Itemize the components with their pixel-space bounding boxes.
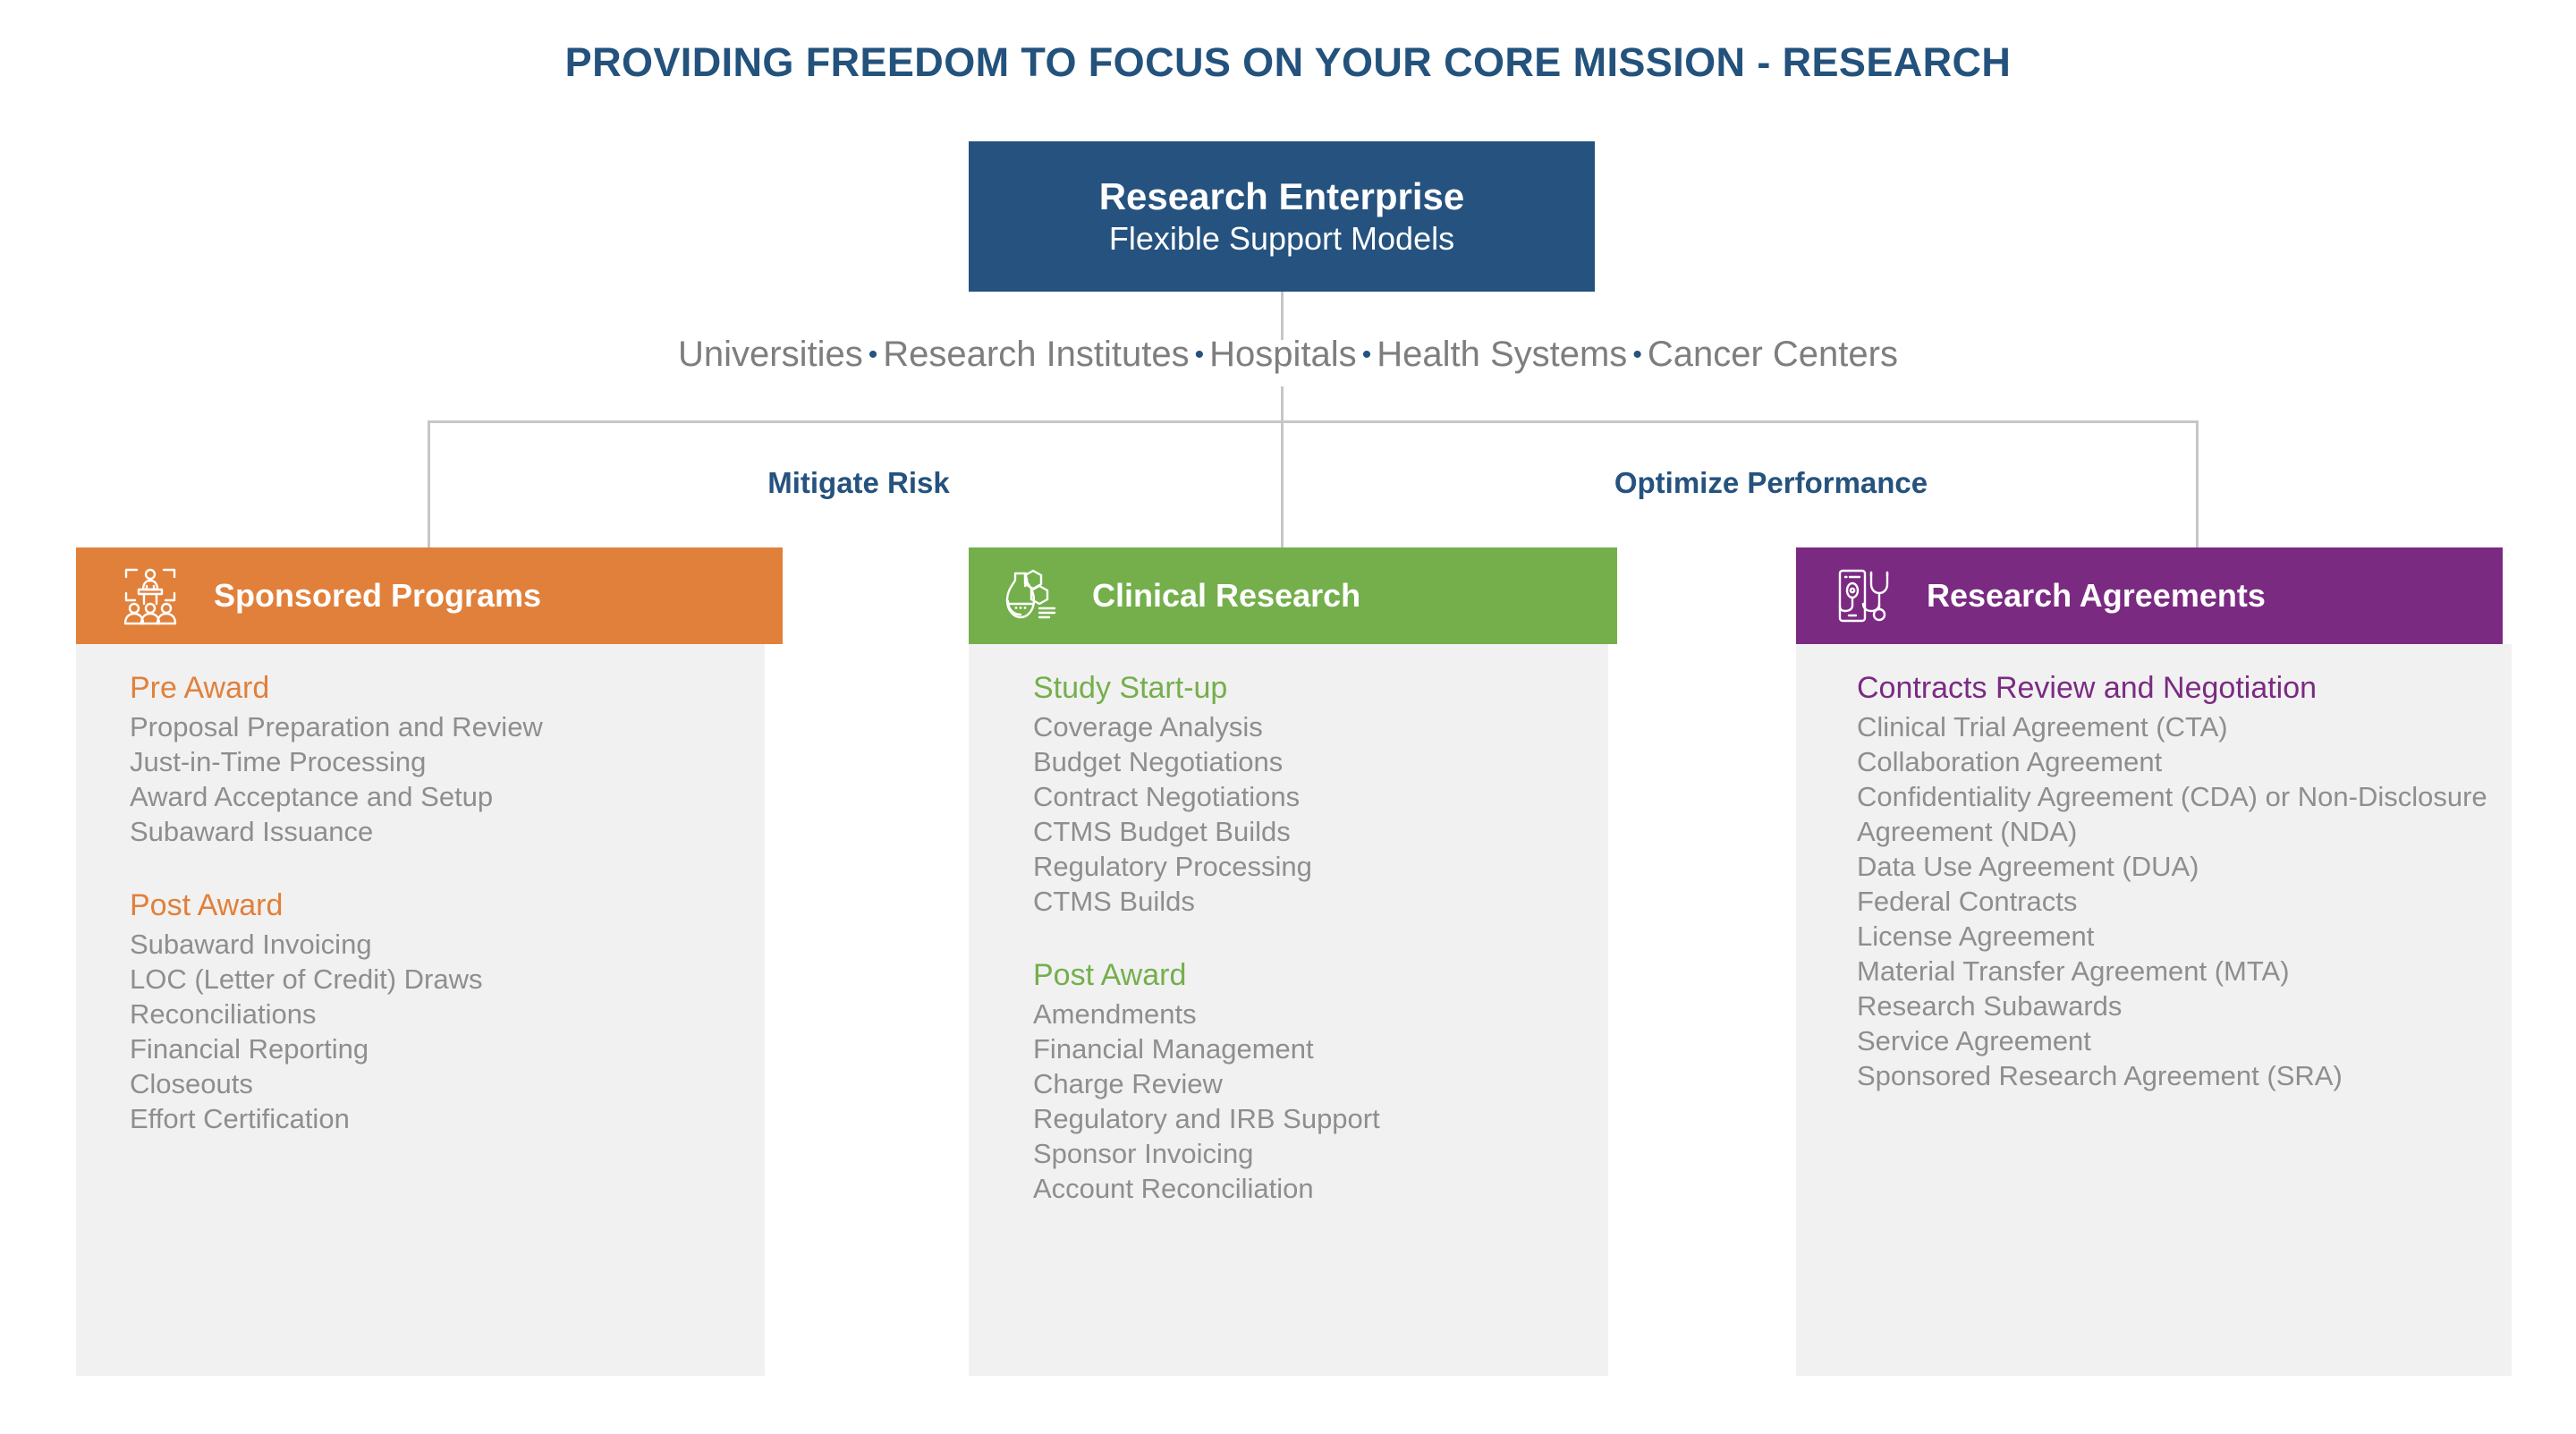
section-post-award-sponsored: Post Award Subaward Invoicing LOC (Letter… [130, 887, 743, 1136]
list-item: Closeouts [130, 1068, 253, 1100]
list-item: Subaward Invoicing [130, 928, 372, 960]
list-item: CTMS Builds [1033, 886, 1195, 918]
connector-audience-to-bar [1281, 386, 1284, 422]
section-title-study-start-up: Study Start-up [1033, 671, 1228, 705]
branch-label-optimize-performance: Optimize Performance [1614, 466, 1928, 499]
list-item: Federal Contracts [1857, 886, 2078, 918]
section-title-contracts-review-and-negotiation: Contracts Review and Negotiation [1857, 671, 2318, 705]
list-item: Sponsored Research Agreement (SRA) [1857, 1060, 2343, 1092]
list-item: Award Acceptance and Setup [130, 780, 494, 812]
list-item: Clinical Trial Agreement (CTA) [1857, 710, 2228, 742]
audience-separator: • [868, 340, 878, 369]
list-item: Charge Review [1033, 1068, 1223, 1100]
section-pre-award: Pre Award Proposal Preparation and Revie… [130, 669, 743, 849]
column-clinical-research: Clinical Research Study Start-up Coverag… [969, 547, 1617, 1376]
list-item: Account Reconciliation [1033, 1173, 1314, 1205]
page-title: PROVIDING FREEDOM TO FOCUS ON YOUR CORE … [564, 39, 2012, 85]
flask-molecule-icon [996, 563, 1062, 629]
audience-line: Universities • Research Institutes • Hospita… [0, 335, 2576, 375]
audience-item: Research Institutes [883, 335, 1190, 374]
list-item: CTMS Budget Builds [1033, 815, 1291, 847]
list-item: Financial Management [1033, 1032, 1314, 1065]
connector-horizontal-bar [428, 420, 2199, 423]
connector-drop-center [1281, 420, 1284, 547]
list-item: Effort Certification [130, 1103, 350, 1135]
list-item: Material Transfer Agreement (MTA) [1857, 955, 2290, 988]
item-list-contracts-review-and-negotiation: Clinical Trial Agreement (CTA) Collaborat… [1857, 709, 2490, 1094]
presentation-audience-icon [117, 563, 183, 629]
item-list-pre-award: Proposal Preparation and Review Just-in-T… [130, 709, 743, 849]
list-item: Subaward Issuance [130, 815, 374, 847]
column-sponsored-programs: Sponsored Programs Pre Award Proposal Pr… [76, 547, 783, 1376]
list-item: License Agreement [1857, 921, 2095, 953]
list-item: LOC (Letter of Credit) Draws [130, 963, 483, 995]
list-item: Regulatory Processing [1033, 851, 1312, 883]
root-node-research-enterprise: Research Enterprise Flexible Support Mod… [969, 141, 1595, 292]
list-item: Contract Negotiations [1033, 780, 1301, 812]
section-post-award-clinical: Post Award Amendments Financial Managemen… [1033, 956, 1587, 1206]
audience-item: Health Systems [1377, 335, 1628, 374]
phone-stethoscope-icon [1830, 563, 1896, 629]
list-item: Research Subawards [1857, 990, 2123, 1022]
column-research-agreements: Research Agreements Contracts Review and… [1796, 547, 2512, 1376]
list-item: Confidentiality Agreement (CDA) or Non-D… [1857, 780, 2487, 847]
column-body-sponsored-programs: Pre Award Proposal Preparation and Revie… [76, 644, 765, 1376]
audience-separator: • [1361, 340, 1372, 369]
connector-drop-right [2196, 420, 2199, 547]
audience-separator: • [1632, 340, 1642, 369]
list-item: Regulatory and IRB Support [1033, 1103, 1380, 1135]
list-item: Collaboration Agreement [1857, 745, 2163, 777]
item-list-study-start-up: Coverage Analysis Budget Negotiations Cont… [1033, 709, 1587, 919]
audience-separator: • [1194, 340, 1205, 369]
item-list-post-award-sponsored: Subaward Invoicing LOC (Letter of Credit)… [130, 927, 743, 1136]
column-body-research-agreements: Contracts Review and Negotiation Clinica… [1796, 644, 2512, 1376]
column-body-clinical-research: Study Start-up Coverage Analysis Budget N… [969, 644, 1608, 1376]
list-item: Sponsor Invoicing [1033, 1138, 1254, 1170]
root-node-title: Research Enterprise [1098, 174, 1465, 217]
column-title-clinical-research: Clinical Research [1092, 577, 1361, 614]
section-contracts-review-and-negotiation: Contracts Review and Negotiation Clinica… [1857, 669, 2490, 1093]
section-title-post-award-sponsored: Post Award [130, 888, 284, 923]
section-title-pre-award: Pre Award [130, 671, 270, 705]
list-item: Service Agreement [1857, 1025, 2091, 1057]
list-item: Data Use Agreement (DUA) [1857, 851, 2199, 883]
list-item: Reconciliations [130, 997, 317, 1030]
audience-item: Cancer Centers [1647, 335, 1898, 374]
branch-label-mitigate-risk: Mitigate Risk [767, 466, 950, 499]
column-header-clinical-research: Clinical Research [969, 547, 1617, 644]
column-title-sponsored-programs: Sponsored Programs [214, 577, 542, 614]
item-list-post-award-clinical: Amendments Financial Management Charge Rev… [1033, 997, 1587, 1206]
column-header-research-agreements: Research Agreements [1796, 547, 2503, 644]
list-item: Proposal Preparation and Review [130, 710, 543, 742]
list-item: Coverage Analysis [1033, 710, 1263, 742]
column-header-sponsored-programs: Sponsored Programs [76, 547, 783, 644]
list-item: Amendments [1033, 997, 1197, 1030]
root-node-subtitle: Flexible Support Models [1108, 219, 1455, 257]
list-item: Budget Negotiations [1033, 745, 1284, 777]
connector-drop-left [428, 420, 430, 547]
section-title-post-award-clinical: Post Award [1033, 958, 1187, 993]
list-item: Financial Reporting [130, 1032, 369, 1065]
list-item: Just-in-Time Processing [130, 745, 427, 777]
audience-item: Hospitals [1209, 335, 1357, 374]
connector-root-to-audience [1281, 292, 1284, 340]
audience-item: Universities [678, 335, 863, 374]
column-title-research-agreements: Research Agreements [1927, 577, 2266, 614]
section-study-start-up: Study Start-up Coverage Analysis Budget N… [1033, 669, 1587, 919]
